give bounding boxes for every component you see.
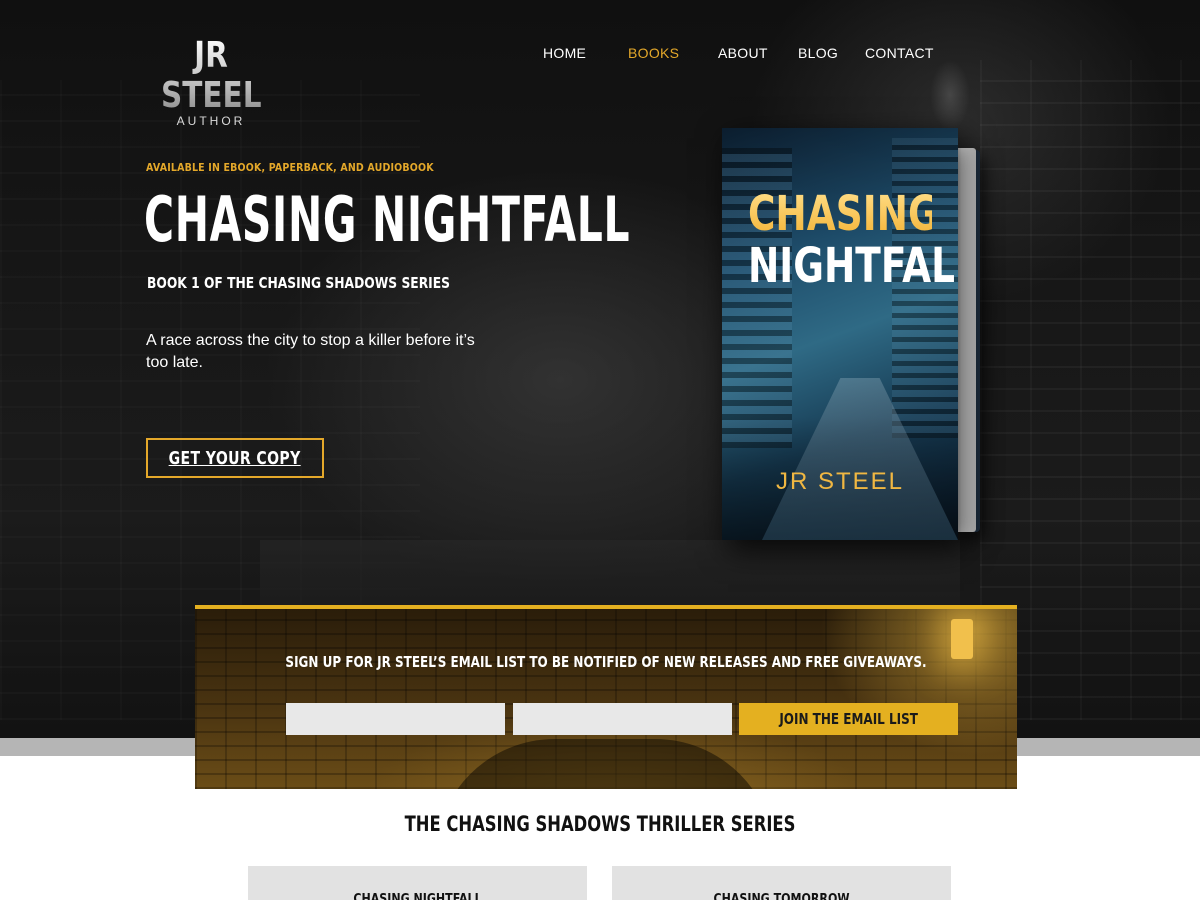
series-card[interactable]: CHASING TOMORROW	[612, 866, 951, 900]
nav-item-contact[interactable]: CONTACT	[865, 44, 934, 62]
email-signup-section: SIGN UP FOR JR STEEL’S EMAIL LIST TO BE …	[195, 605, 1017, 789]
lantern-light	[951, 619, 973, 659]
signup-text: SIGN UP FOR JR STEEL’S EMAIL LIST TO BE …	[285, 653, 927, 671]
tunnel-arch	[435, 739, 775, 789]
get-your-copy-button[interactable]: GET YOUR COPY	[146, 438, 324, 478]
series-card-title: CHASING TOMORROW	[713, 892, 850, 900]
first-name-field[interactable]	[286, 703, 505, 735]
nav-item-books[interactable]: BOOKS	[628, 44, 679, 62]
join-email-list-label: JOIN THE EMAIL LIST	[779, 710, 918, 728]
get-your-copy-label: GET YOUR COPY	[168, 447, 302, 469]
nav-item-blog[interactable]: BLOG	[798, 44, 838, 62]
cover-title-line1: CHASING	[747, 186, 939, 242]
cover-title-line2: NIGHTFALL	[747, 238, 958, 294]
nav-item-home[interactable]: HOME	[543, 44, 586, 62]
series-label: BOOK 1 OF THE CHASING SHADOWS SERIES	[147, 274, 451, 292]
cover-title: CHASING NIGHTFALL	[747, 186, 958, 294]
email-field[interactable]	[513, 703, 732, 735]
join-email-list-button[interactable]: JOIN THE EMAIL LIST	[739, 703, 958, 735]
logo-subtitle: AUTHOR	[176, 114, 246, 128]
series-card-title: CHASING NIGHTFALL	[353, 892, 482, 900]
cover-author: JR STEEL	[775, 468, 905, 495]
street-lamp	[930, 60, 970, 130]
series-heading: THE CHASING SHADOWS THRILLER SERIES	[404, 812, 796, 836]
series-card[interactable]: CHASING NIGHTFALL	[248, 866, 587, 900]
book-title-heading: CHASING NIGHTFALL	[144, 183, 631, 256]
book-front-cover: CHASING NIGHTFALL JR STEEL	[722, 128, 958, 540]
format-availability: AVAILABLE IN EBOOK, PAPERBACK, AND AUDIO…	[146, 161, 434, 174]
book-tagline: A race across the city to stop a killer …	[146, 332, 475, 371]
nav-item-about[interactable]: ABOUT	[718, 44, 768, 62]
book-cover-image[interactable]: CHASING NIGHTFALL JR STEEL	[722, 128, 984, 548]
main-nav: HOME BOOKS ABOUT BLOG CONTACT	[0, 44, 1200, 64]
